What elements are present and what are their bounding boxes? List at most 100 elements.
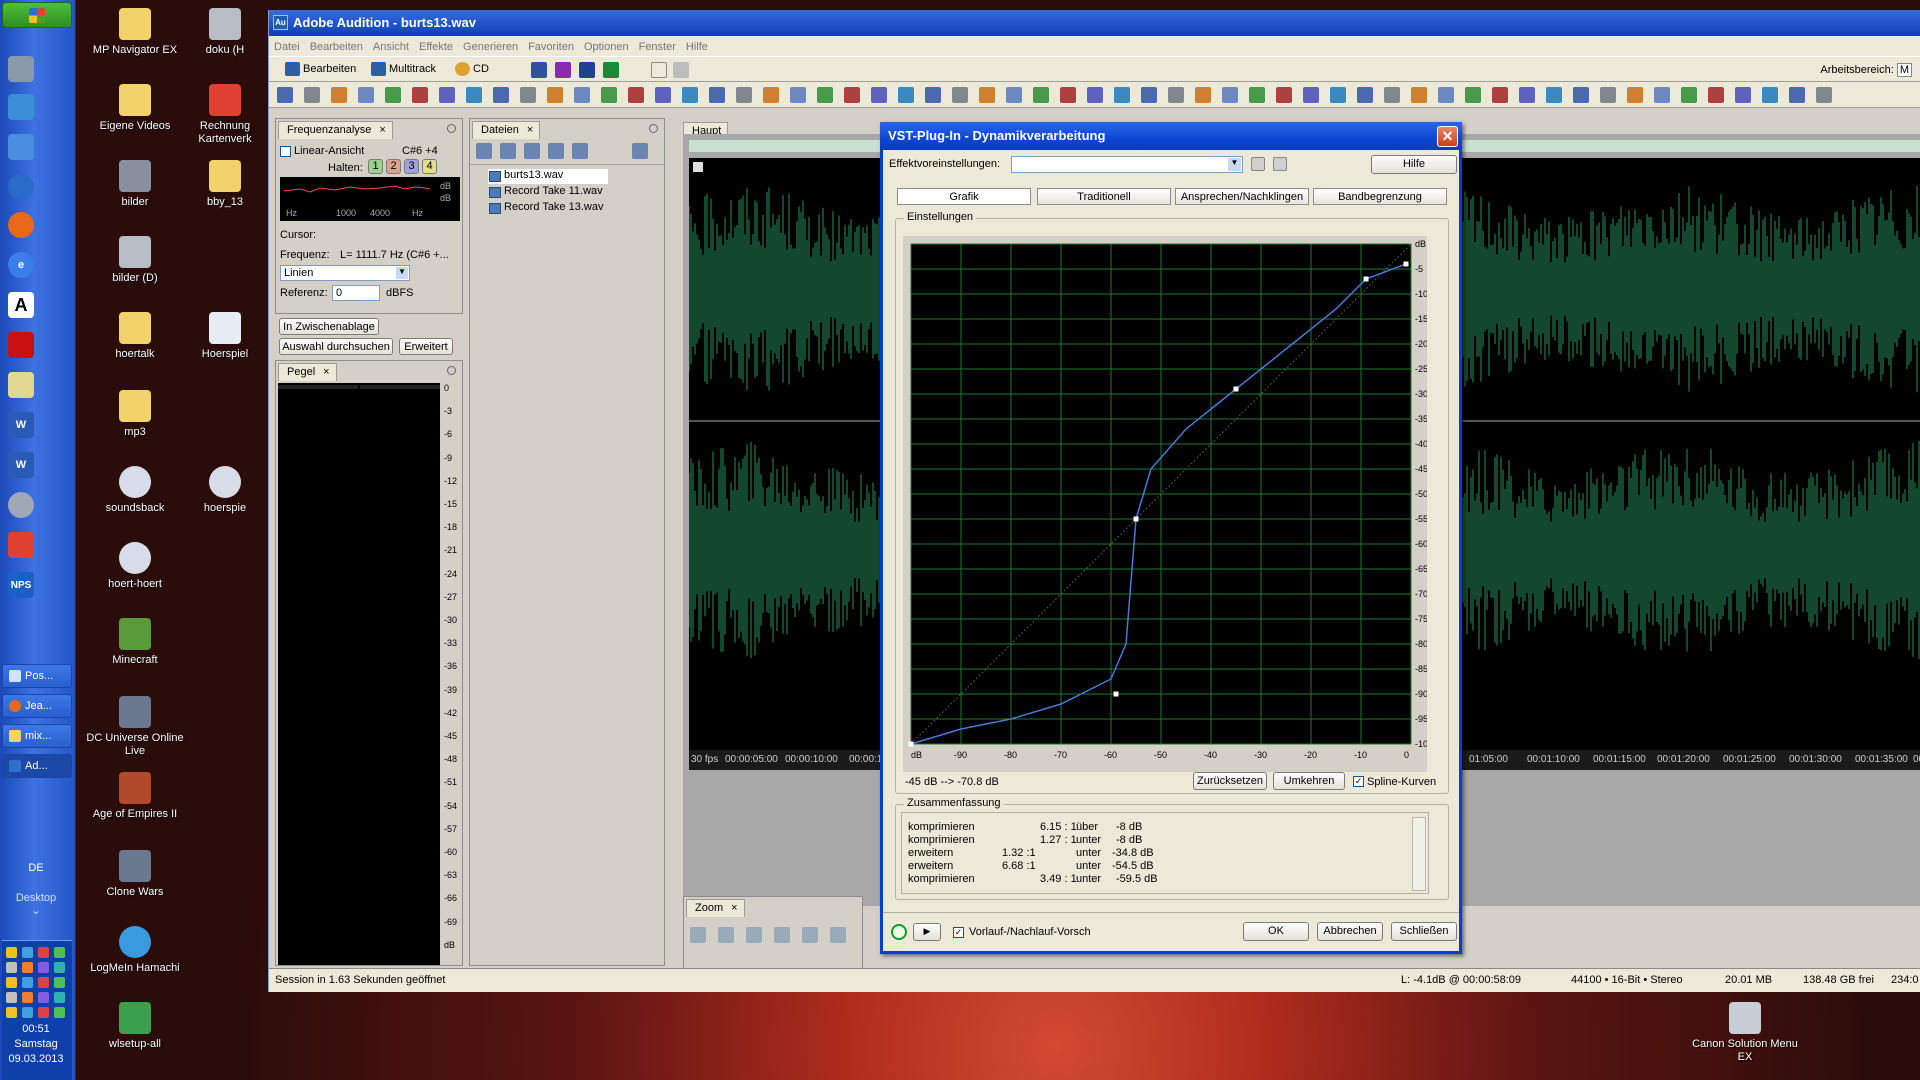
quicklaunch-network-icon[interactable] bbox=[8, 94, 34, 120]
close-icon[interactable]: × bbox=[731, 902, 737, 914]
toolbar-tool-icon[interactable] bbox=[439, 87, 455, 103]
quicklaunch-notes-icon[interactable] bbox=[8, 372, 34, 398]
menu-hilfe[interactable]: Hilfe bbox=[681, 41, 713, 53]
tray-icon[interactable] bbox=[6, 977, 17, 988]
vst-dialog-titlebar[interactable]: VST-Plug-In - Dynamikverarbeitung ✕ bbox=[880, 122, 1462, 150]
close-button[interactable]: Schließen bbox=[1391, 922, 1457, 941]
toolbar-tool-icon[interactable] bbox=[1303, 87, 1319, 103]
toolbar-tool-icon[interactable] bbox=[1546, 87, 1562, 103]
advanced-button[interactable]: Erweitert bbox=[399, 338, 453, 355]
toolbar-tool-icon[interactable] bbox=[331, 87, 347, 103]
toolbar-tool-icon[interactable] bbox=[385, 87, 401, 103]
toolbar-tool-icon[interactable] bbox=[1060, 87, 1076, 103]
insert-icon[interactable] bbox=[548, 143, 564, 159]
clock[interactable]: 00:51 Samstag 09.03.2013 bbox=[0, 1022, 72, 1067]
tray-icon[interactable] bbox=[6, 1007, 17, 1018]
file-list-item[interactable]: Record Take 13.wav bbox=[488, 201, 603, 216]
toolbar-tool-icon[interactable] bbox=[817, 87, 833, 103]
toolbar-tool-icon[interactable] bbox=[1357, 87, 1373, 103]
desktop-icon-12[interactable]: Clone Wars bbox=[80, 850, 190, 899]
desktop-icon-2[interactable]: Eigene Videos bbox=[80, 84, 190, 133]
toolbar-tool-icon[interactable] bbox=[898, 87, 914, 103]
toolbar-tool-icon[interactable] bbox=[763, 87, 779, 103]
menu-ansicht[interactable]: Ansicht bbox=[368, 41, 414, 53]
tray-icon[interactable] bbox=[38, 977, 49, 988]
import-icon[interactable] bbox=[524, 143, 540, 159]
tab-ansprechen[interactable]: Ansprechen/Nachklingen bbox=[1175, 188, 1309, 205]
tray-icon[interactable] bbox=[54, 1007, 65, 1018]
tray-icon[interactable] bbox=[22, 977, 33, 988]
toolbar-tool-icon[interactable] bbox=[1762, 87, 1778, 103]
taskbar-task-1[interactable]: Pos... bbox=[2, 664, 72, 688]
view-spectral-icon[interactable] bbox=[555, 62, 571, 78]
toolbar-tool-icon[interactable] bbox=[1276, 87, 1292, 103]
tray-icon[interactable] bbox=[54, 992, 65, 1003]
tray-icon[interactable] bbox=[22, 992, 33, 1003]
tray-icon[interactable] bbox=[38, 962, 49, 973]
toolbar-tool-icon[interactable] bbox=[682, 87, 698, 103]
reference-input[interactable]: 0 bbox=[332, 285, 380, 301]
toolbar-tool-icon[interactable] bbox=[1735, 87, 1751, 103]
tray-icon[interactable] bbox=[22, 947, 33, 958]
help-button[interactable]: Hilfe bbox=[1371, 155, 1457, 174]
display-mode-select[interactable]: Linien ▼ bbox=[280, 265, 410, 281]
toolbar-tool-icon[interactable] bbox=[1600, 87, 1616, 103]
quicklaunch-nps-icon[interactable]: NPS bbox=[8, 572, 34, 598]
desktop-icon-7[interactable]: soundsback bbox=[80, 466, 190, 515]
toolbar-tool-icon[interactable] bbox=[1114, 87, 1130, 103]
toolbar-tool-icon[interactable] bbox=[1465, 87, 1481, 103]
desktop-icon-6[interactable]: mp3 bbox=[80, 390, 190, 439]
tray-icon[interactable] bbox=[54, 962, 65, 973]
panel-menu-icon[interactable] bbox=[447, 124, 456, 133]
desktop-icon-10[interactable]: DC Universe Online Live bbox=[80, 696, 190, 758]
close-icon[interactable]: × bbox=[323, 366, 329, 378]
toolbar-tool-icon[interactable] bbox=[952, 87, 968, 103]
hold-button-3[interactable]: 3 bbox=[404, 159, 419, 174]
save-preset-icon[interactable] bbox=[1251, 157, 1265, 171]
language-indicator[interactable]: DE bbox=[0, 862, 72, 874]
edit-mode-button[interactable]: Bearbeiten bbox=[283, 61, 356, 79]
desktop-icon-4[interactable]: bilder (D) bbox=[80, 236, 190, 285]
play-icon[interactable]: ▶ bbox=[913, 923, 941, 941]
toolbar-tool-icon[interactable] bbox=[1708, 87, 1724, 103]
delete-preset-icon[interactable] bbox=[1273, 157, 1287, 171]
quicklaunch-pdf-icon[interactable] bbox=[8, 532, 34, 558]
linear-view-checkbox[interactable] bbox=[280, 146, 291, 157]
quicklaunch-word2-icon[interactable]: W bbox=[8, 452, 34, 478]
toolbar-tool-icon[interactable] bbox=[601, 87, 617, 103]
toolbar-tool-icon[interactable] bbox=[1330, 87, 1346, 103]
marquee-tool-icon[interactable] bbox=[673, 62, 689, 78]
files-options-icon[interactable] bbox=[632, 143, 648, 159]
zoom-right-icon[interactable] bbox=[830, 927, 846, 943]
toolbar-tool-icon[interactable] bbox=[844, 87, 860, 103]
multitrack-mode-button[interactable]: Multitrack bbox=[369, 61, 436, 79]
toolbar-tool-icon[interactable] bbox=[1087, 87, 1103, 103]
toolbar-tool-icon[interactable] bbox=[1168, 87, 1184, 103]
quicklaunch-font-icon[interactable]: A bbox=[8, 292, 34, 318]
menu-favoriten[interactable]: Favoriten bbox=[523, 41, 579, 53]
view-phase-icon[interactable] bbox=[603, 62, 619, 78]
menu-optionen[interactable]: Optionen bbox=[579, 41, 634, 53]
tray-icon[interactable] bbox=[54, 947, 65, 958]
toolbar-tool-icon[interactable] bbox=[466, 87, 482, 103]
toolbar-tool-icon[interactable] bbox=[493, 87, 509, 103]
desktop-icon-14[interactable]: wlsetup-all bbox=[80, 1002, 190, 1051]
zoom-left-icon[interactable] bbox=[802, 927, 818, 943]
toolbar-tool-icon[interactable] bbox=[1384, 87, 1400, 103]
toolbar-tool-icon[interactable] bbox=[1411, 87, 1427, 103]
tray-icon[interactable] bbox=[6, 962, 17, 973]
quicklaunch-ie-icon[interactable]: e bbox=[8, 252, 34, 278]
toolbar-tool-icon[interactable] bbox=[412, 87, 428, 103]
quicklaunch-acrobat-icon[interactable] bbox=[8, 332, 34, 358]
toolbar-tool-icon[interactable] bbox=[1249, 87, 1265, 103]
zoom-in-icon[interactable] bbox=[690, 927, 706, 943]
taskbar-task-2[interactable]: Jea... bbox=[2, 694, 72, 718]
desktop-icon-17[interactable]: bby_13 bbox=[190, 160, 260, 209]
desktop-icon-18[interactable]: Hoerspiel bbox=[190, 312, 260, 361]
panel-menu-icon[interactable] bbox=[447, 366, 456, 375]
toolbar-tool-icon[interactable] bbox=[1141, 87, 1157, 103]
quicklaunch-thunderbird-icon[interactable] bbox=[8, 174, 34, 200]
menu-generieren[interactable]: Generieren bbox=[458, 41, 523, 53]
tab-dateien[interactable]: Dateien × bbox=[472, 121, 541, 139]
desktop-icon-11[interactable]: Age of Empires II bbox=[80, 772, 190, 821]
